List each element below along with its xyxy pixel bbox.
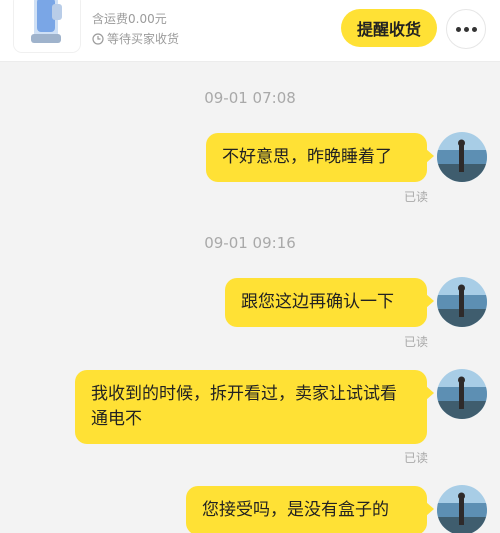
message-bubble[interactable]: 跟您这边再确认一下 [225,278,434,327]
avatar[interactable] [437,132,487,182]
read-receipt: 已读 [404,335,429,349]
more-icon[interactable] [446,9,486,49]
read-receipt: 已读 [404,190,429,204]
avatar[interactable] [437,277,487,327]
message-bubble[interactable]: 您接受吗，是没有盒子的 [186,486,434,533]
read-receipt: 已读 [404,451,429,465]
shipping-fee: 含运费0.00元 [92,12,167,26]
order-status-label: 等待买家收货 [107,32,180,46]
avatar[interactable] [437,369,487,419]
order-status: 等待买家收货 [92,30,179,47]
message-timestamp: 09-01 07:08 [204,89,296,107]
order-header: 含运费0.00元 等待买家收货 提醒收货 [0,0,500,62]
message-bubble[interactable]: 我收到的时候，拆开看过，卖家让试试看通电不 [75,370,434,444]
product-image[interactable] [14,0,80,52]
avatar[interactable] [437,485,487,533]
message-timestamp: 09-01 09:16 [204,234,296,252]
message-bubble[interactable]: 不好意思，昨晚睡着了 [206,133,434,182]
clock-icon [92,32,104,45]
remind-receipt-button[interactable]: 提醒收货 [341,9,437,47]
